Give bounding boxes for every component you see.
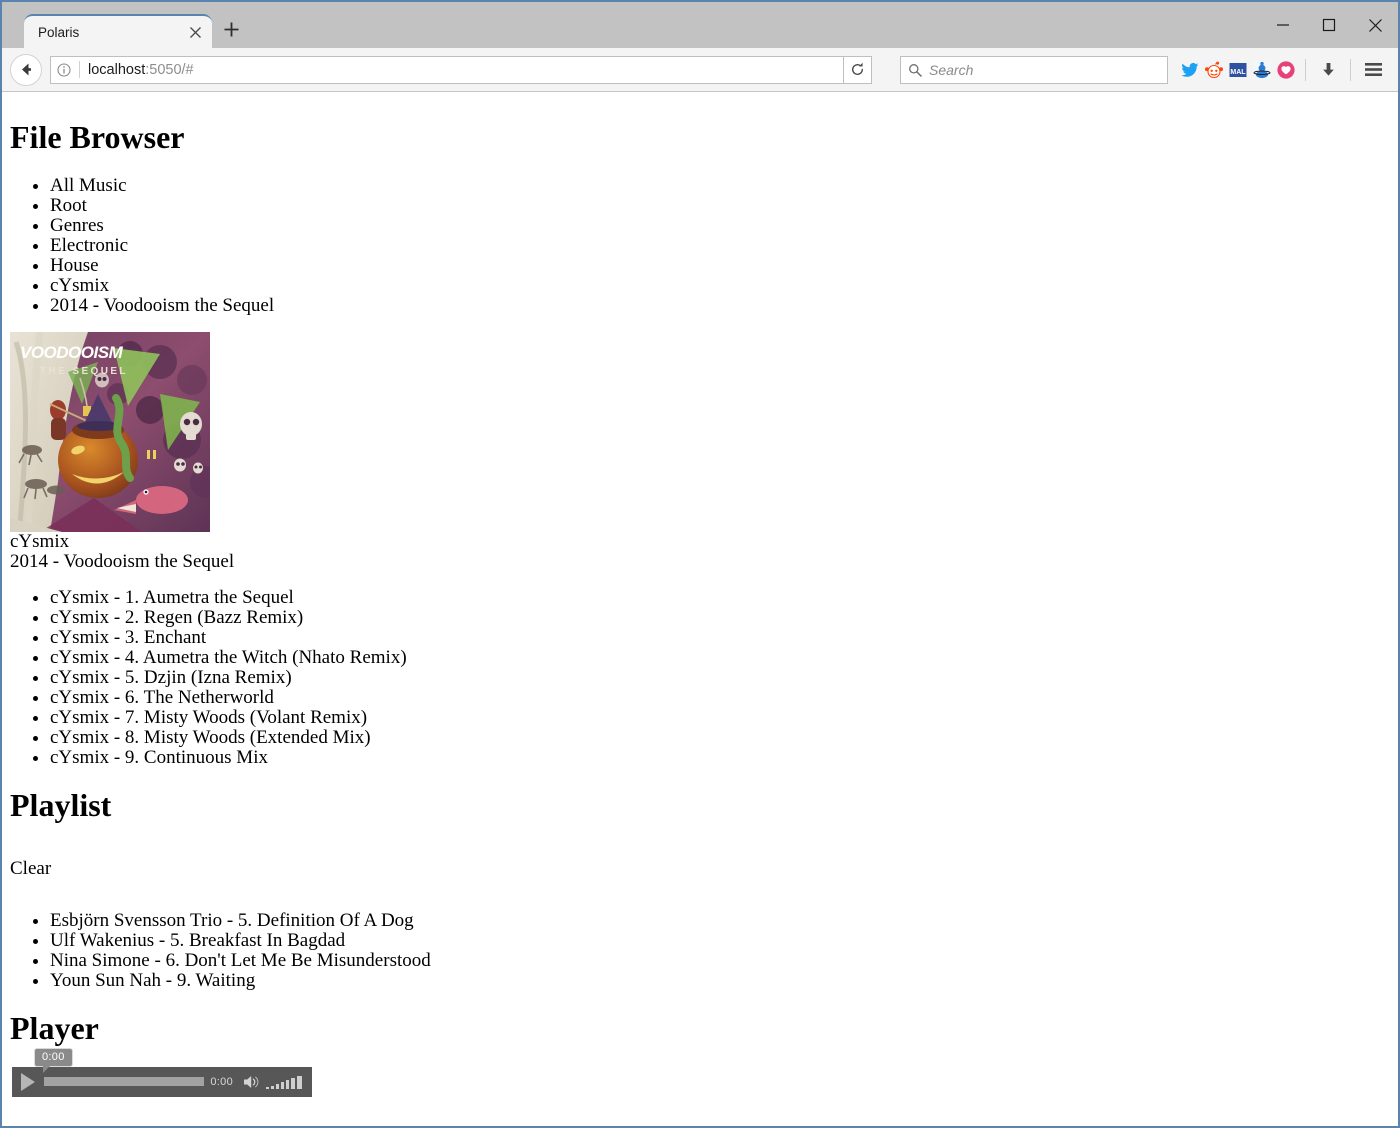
volume-bar (281, 1081, 284, 1089)
track-item[interactable]: cYsmix - 9. Continuous Mix (50, 747, 1390, 768)
close-tab-icon[interactable] (182, 19, 208, 45)
mal-icon[interactable]: MAL (1227, 59, 1249, 81)
maximize-icon[interactable] (1306, 2, 1352, 48)
album-cover-title-text: VOODOOISM (20, 343, 124, 362)
volume-bar (271, 1085, 274, 1089)
clear-playlist-button[interactable]: Clear (10, 859, 51, 879)
volume-slider[interactable] (266, 1075, 304, 1089)
track-item[interactable]: cYsmix - 1. Aumetra the Sequel (50, 587, 1390, 608)
album-metadata: cYsmix 2014 - Voodooism the Sequel (10, 530, 1390, 572)
player-current-time: 0:00 (210, 1075, 233, 1088)
url-bar[interactable]: localhost:5050/# (50, 55, 844, 84)
playlist-list: Esbjörn Svensson Trio - 5. Definition Of… (10, 911, 1390, 991)
track-item[interactable]: cYsmix - 4. Aumetra the Witch (Nhato Rem… (50, 647, 1390, 668)
close-window-icon[interactable] (1352, 2, 1398, 48)
minimize-icon[interactable] (1260, 2, 1306, 48)
search-input[interactable]: Search (929, 62, 973, 78)
track-item[interactable]: cYsmix - 3. Enchant (50, 627, 1390, 648)
playlist-heading: Playlist (10, 786, 112, 823)
breadcrumb-item[interactable]: Root (50, 195, 1390, 216)
player-heading: Player (10, 1010, 99, 1047)
track-item[interactable]: cYsmix - 2. Regen (Bazz Remix) (50, 607, 1390, 628)
window-controls (1260, 2, 1398, 48)
breadcrumb-item[interactable]: All Music (50, 175, 1390, 196)
downloads-icon[interactable] (1313, 55, 1343, 85)
player-time-tooltip: 0:00 (34, 1047, 73, 1073)
url-separator (79, 61, 80, 78)
audio-player[interactable]: 0:00 0:00 (12, 1047, 312, 1097)
breadcrumb-item[interactable]: cYsmix (50, 275, 1390, 296)
toolbar-separator-2 (1350, 58, 1351, 81)
volume-bar (276, 1083, 279, 1089)
album-cover-subtitle-text: THE SEQUEL (40, 366, 128, 377)
player-progress-bar[interactable] (44, 1077, 205, 1087)
volume-bar (291, 1077, 295, 1089)
playlist-item[interactable]: Youn Sun Nah - 9. Waiting (50, 971, 1390, 991)
track-item[interactable]: cYsmix - 8. Misty Woods (Extended Mix) (50, 727, 1390, 748)
search-icon (901, 63, 929, 77)
breadcrumb-item[interactable]: Electronic (50, 235, 1390, 256)
album-title: 2014 - Voodooism the Sequel (10, 550, 235, 572)
site-info-icon[interactable] (51, 62, 77, 77)
tab-strip: Polaris (2, 2, 1398, 48)
navigation-toolbar: localhost:5050/# Search MAL (2, 48, 1398, 92)
url-host: localhost (88, 61, 146, 78)
play-button[interactable] (14, 1067, 42, 1097)
volume-bar (297, 1075, 302, 1089)
track-item[interactable]: cYsmix - 5. Dzjin (Izna Remix) (50, 667, 1390, 688)
album-track-list: cYsmix - 1. Aumetra the Sequel cYsmix - … (10, 587, 1390, 768)
extension-icons: MAL (1178, 59, 1298, 81)
track-item[interactable]: cYsmix - 6. The Netherworld (50, 687, 1390, 708)
page-viewport: File Browser All Music Root Genres Elect… (2, 92, 1398, 1126)
browser-tab-polaris[interactable]: Polaris (24, 14, 212, 48)
url-text: localhost:5050/# (88, 62, 843, 78)
track-item[interactable]: cYsmix - 7. Misty Woods (Volant Remix) (50, 707, 1390, 728)
playlist-item[interactable]: Ulf Wakenius - 5. Breakfast In Bagdad (50, 931, 1390, 951)
url-path: :5050/# (145, 61, 194, 78)
volume-bar (286, 1079, 289, 1089)
polaris-page: File Browser All Music Root Genres Elect… (2, 92, 1398, 1105)
browser-window: Polaris localhost:5050/# Search MAL File… (0, 0, 1400, 1128)
breadcrumb-item[interactable]: Genres (50, 215, 1390, 236)
playlist-item[interactable]: Nina Simone - 6. Don't Let Me Be Misunde… (50, 951, 1390, 971)
toolbar-separator (1305, 58, 1306, 81)
file-browser-heading: File Browser (10, 119, 185, 155)
reddit-icon[interactable] (1203, 59, 1225, 81)
tab-title: Polaris (38, 24, 80, 40)
mute-speaker-icon[interactable] (241, 1072, 261, 1092)
anime-planet-icon[interactable] (1251, 59, 1273, 81)
back-arrow-icon[interactable] (10, 53, 42, 86)
reload-icon[interactable] (844, 55, 872, 84)
svg-text:MAL: MAL (1230, 69, 1246, 76)
volume-bar (266, 1086, 269, 1089)
breadcrumb-item[interactable]: House (50, 255, 1390, 276)
twitter-icon[interactable] (1179, 59, 1201, 81)
kitsu-icon[interactable] (1275, 59, 1297, 81)
search-bar[interactable]: Search (900, 55, 1168, 84)
album-artist: cYsmix (10, 530, 70, 552)
file-browser-breadcrumb-list: All Music Root Genres Electronic House c… (10, 175, 1390, 316)
menu-icon[interactable] (1358, 55, 1388, 85)
breadcrumb-item[interactable]: 2014 - Voodooism the Sequel (50, 295, 1390, 316)
playlist-item[interactable]: Esbjörn Svensson Trio - 5. Definition Of… (50, 911, 1390, 931)
album-cover-image[interactable]: VOODOOISM THE SEQUEL (10, 331, 210, 532)
new-tab-button[interactable] (214, 12, 248, 46)
